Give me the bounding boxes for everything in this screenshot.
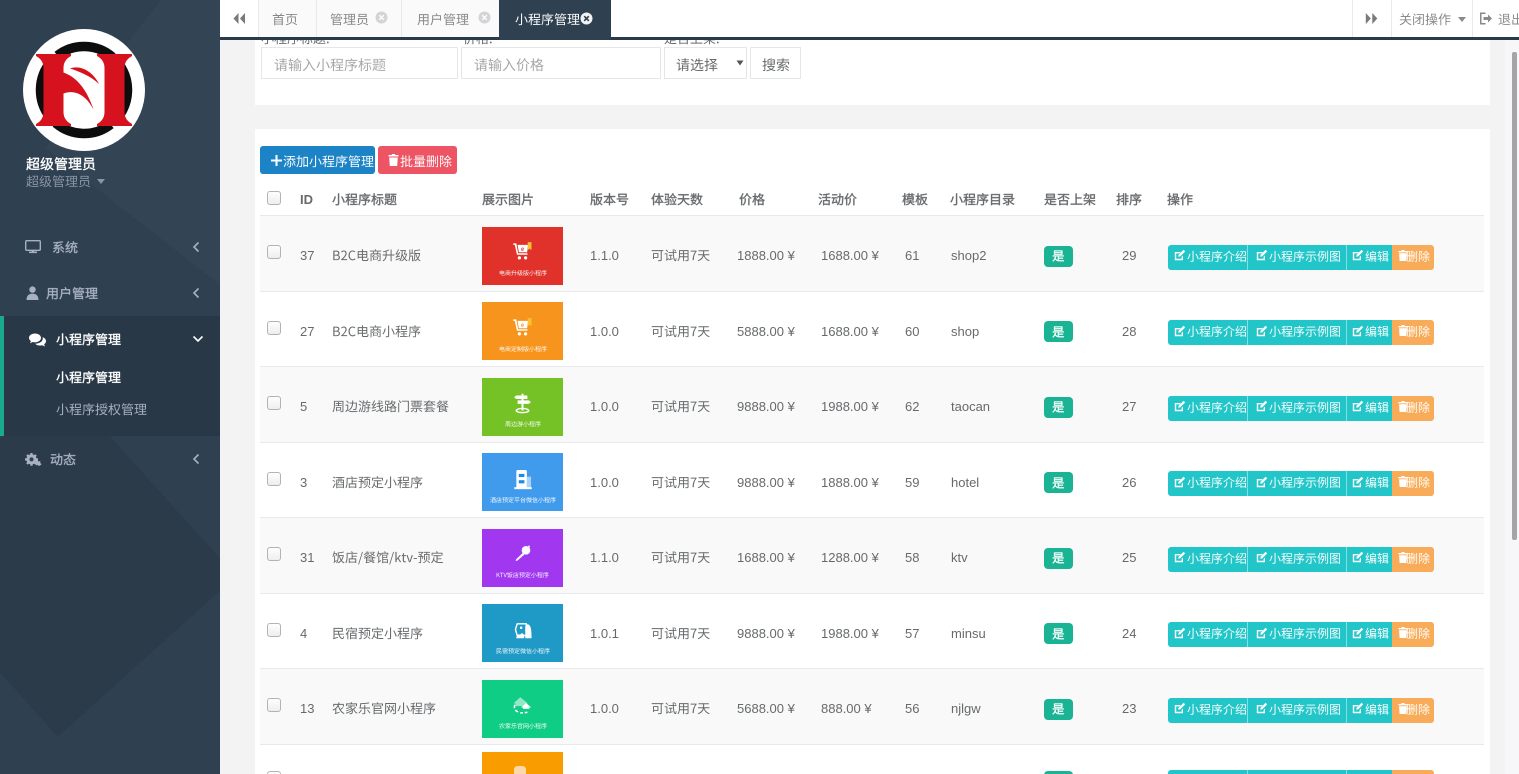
svg-text:e: e [521, 246, 524, 253]
svg-text:e: e [521, 321, 524, 328]
